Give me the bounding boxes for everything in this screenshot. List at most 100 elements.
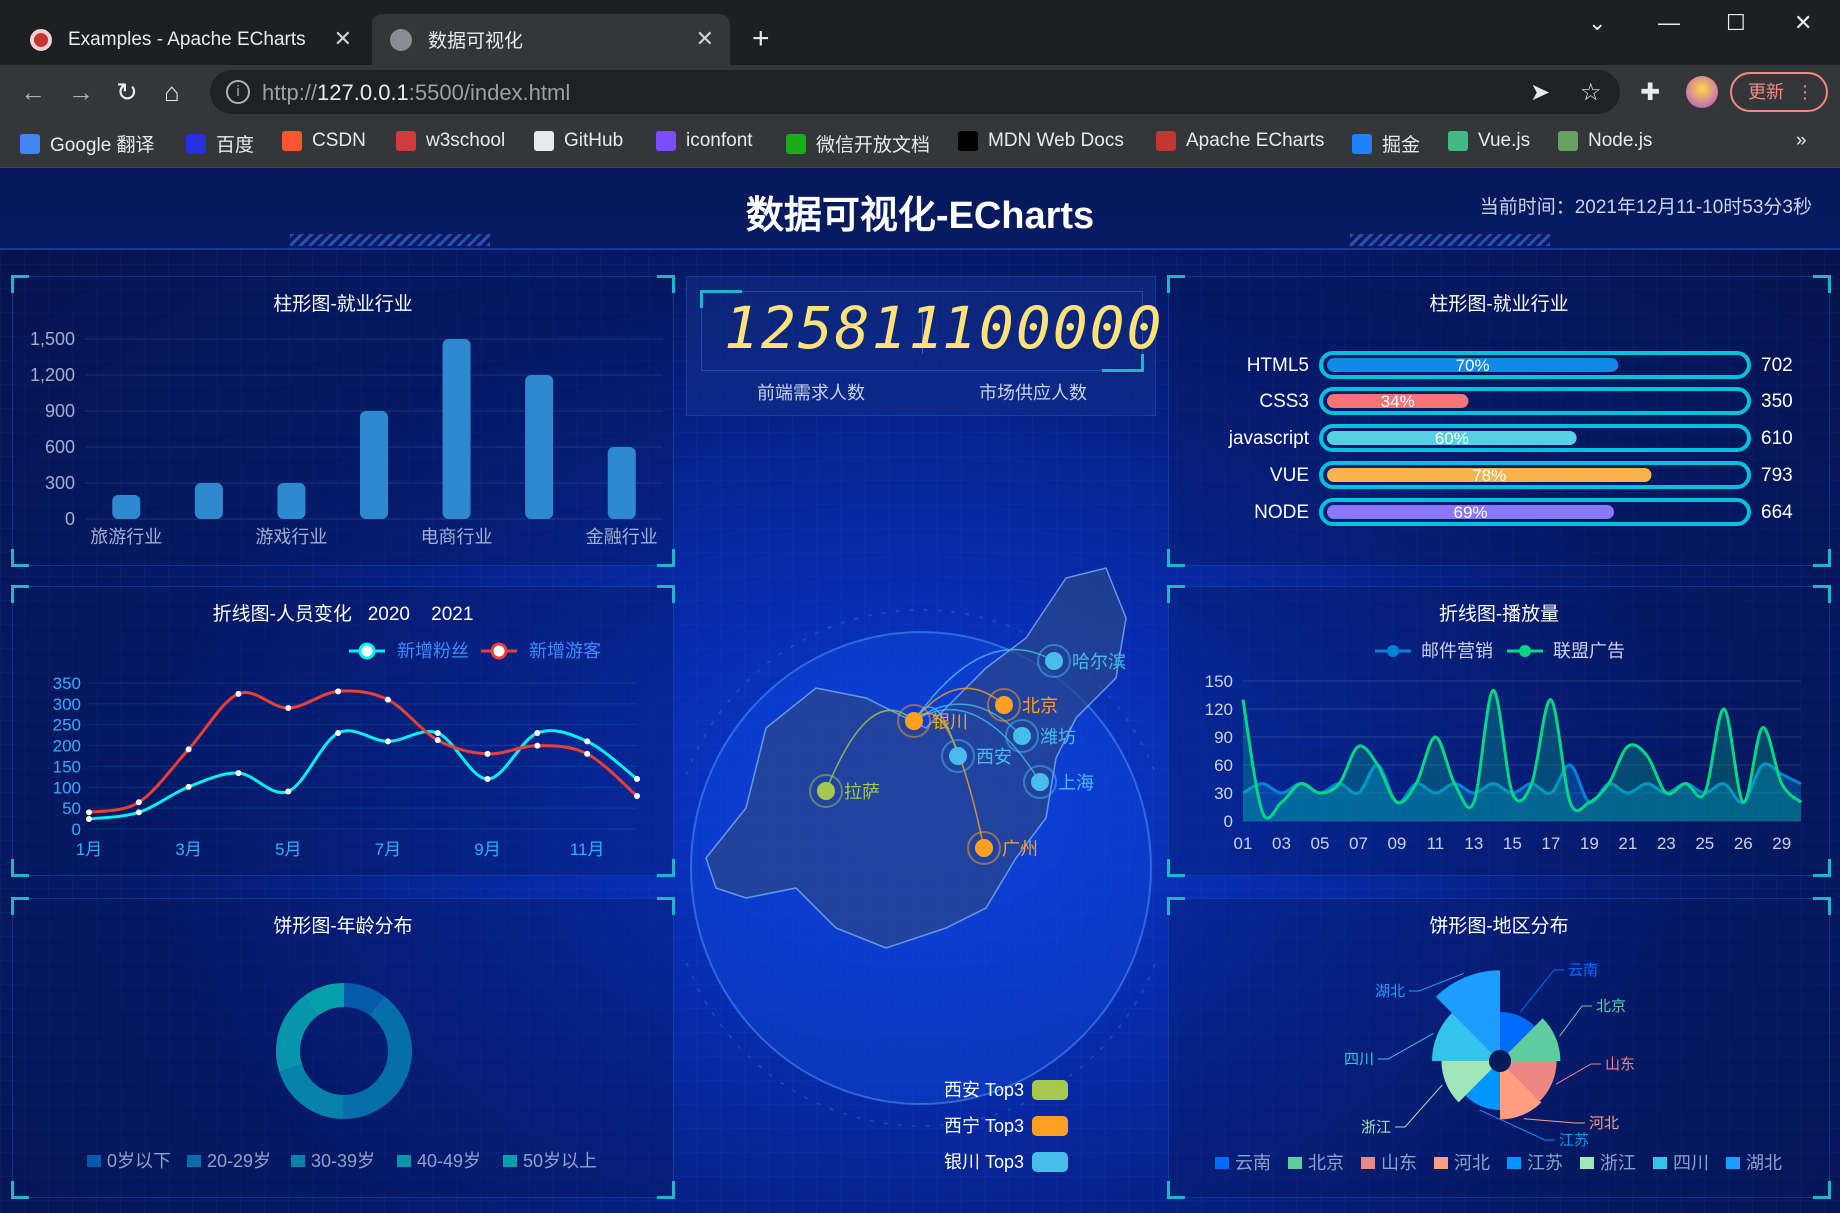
demand-counter: 125811 <box>724 294 946 362</box>
legend-swatch <box>87 1155 101 1167</box>
x-tick-label: 13 <box>1464 834 1483 853</box>
x-tick-label: 11 <box>1427 834 1445 853</box>
legend-label: 0岁以下 <box>107 1151 171 1171</box>
reload-icon[interactable]: ↻ <box>116 77 138 107</box>
bookmark-github[interactable]: GitHub <box>534 130 623 152</box>
panel-progress-skills: 柱形图-就业行业 HTML5 70% 702 CSS3 34% 350 javascript… <box>1167 275 1831 567</box>
y-tick-label: 0 <box>72 820 81 839</box>
site-info-icon[interactable]: i <box>226 80 250 104</box>
bookmark-star-icon[interactable]: ☆ <box>1580 78 1602 107</box>
legend-label: 邮件营销 <box>1421 641 1493 661</box>
x-tick-label: 19 <box>1580 834 1599 853</box>
bookmark--[interactable]: 百度 <box>186 130 254 157</box>
slice-label: 湖北 <box>1375 983 1405 1000</box>
bookmarks-overflow-icon[interactable]: » <box>1796 130 1807 152</box>
data-point <box>86 815 92 822</box>
home-icon[interactable]: ⌂ <box>164 77 180 107</box>
data-point <box>584 750 591 757</box>
city-marker <box>949 747 967 765</box>
back-icon[interactable]: ← <box>20 77 46 107</box>
bookmark-mdn-web-docs[interactable]: MDN Web Docs <box>958 130 1124 152</box>
label-leader <box>1523 1118 1585 1124</box>
x-tick-label: 21 <box>1618 834 1637 853</box>
maximize-icon[interactable]: ☐ <box>1726 10 1746 36</box>
dashboard-page: 数据可视化-ECharts 当前时间：2021年12月11-10时53分3秒 柱… <box>0 168 1840 1213</box>
data-point <box>384 738 391 745</box>
city-label: 上海 <box>1058 773 1094 793</box>
tab-data-visualization[interactable]: 数据可视化 ✕ <box>372 14 730 65</box>
x-tick-label: 金融行业 <box>586 527 658 547</box>
bookmark-label: MDN Web Docs <box>988 130 1124 151</box>
percent-label: 70% <box>1456 356 1490 375</box>
bookmark-iconfont[interactable]: iconfont <box>656 130 753 152</box>
bookmark-apache-echarts[interactable]: Apache ECharts <box>1156 130 1324 152</box>
legend-swatch <box>397 1155 411 1167</box>
data-point <box>135 799 142 806</box>
legend-swatch <box>1507 1157 1521 1169</box>
y-tick-label: 100 <box>53 778 81 797</box>
city-label: 广州 <box>1002 839 1038 859</box>
legend-label: 河北 <box>1454 1153 1490 1173</box>
legend-label: 新增游客 <box>529 641 601 661</box>
data-point <box>534 730 541 737</box>
y-tick-label: 120 <box>1205 700 1233 719</box>
category-label: NODE <box>1254 502 1309 523</box>
data-point <box>185 783 192 790</box>
y-tick-label: 600 <box>45 437 75 457</box>
city-label: 拉萨 <box>844 782 880 802</box>
slice-label: 北京 <box>1596 998 1626 1015</box>
new-tab-icon[interactable]: + <box>752 24 770 54</box>
legend-label: 山东 <box>1381 1153 1417 1173</box>
x-tick-label: 25 <box>1695 834 1714 853</box>
address-bar[interactable]: i http://127.0.0.1:5500/index.html ➤ ☆ <box>210 70 1620 114</box>
menu-kebab-icon[interactable]: ⋮ <box>1796 74 1814 110</box>
profile-avatar[interactable] <box>1686 76 1718 108</box>
bookmark-label: iconfont <box>686 130 753 151</box>
x-tick-label: 游戏行业 <box>255 527 327 547</box>
city-label: 西安 <box>976 747 1012 767</box>
vue-icon <box>1448 131 1468 151</box>
bookmark-csdn[interactable]: CSDN <box>282 130 366 152</box>
tab-title: 数据可视化 <box>428 31 524 52</box>
update-button[interactable]: 更新 ⋮ <box>1730 72 1828 112</box>
github-icon <box>534 131 554 151</box>
window-close-icon[interactable]: ✕ <box>1794 10 1812 36</box>
close-tab-icon[interactable]: ✕ <box>334 26 352 52</box>
bookmark--[interactable]: 掘金 <box>1352 130 1420 157</box>
label-leader <box>1555 1063 1601 1085</box>
y-tick-label: 150 <box>1205 672 1233 691</box>
close-tab-icon[interactable]: ✕ <box>696 26 714 52</box>
x-tick-label: 1月 <box>76 840 102 859</box>
bookmark-label: 百度 <box>216 135 255 156</box>
bookmark-w3school[interactable]: w3school <box>396 130 505 152</box>
tab-search-chevron-icon[interactable]: ⌄ <box>1588 10 1606 36</box>
category-label: CSS3 <box>1259 391 1309 412</box>
bookmark-vue-js[interactable]: Vue.js <box>1448 130 1530 152</box>
map-legend-swatch <box>1032 1116 1068 1136</box>
legend-label: 四川 <box>1673 1153 1709 1173</box>
tab-echarts-examples[interactable]: Examples - Apache ECharts ✕ <box>12 14 368 65</box>
bookmark--[interactable]: 微信开放文档 <box>786 130 930 157</box>
x-tick-label: 07 <box>1349 834 1368 853</box>
extensions-puzzle-icon[interactable]: ✚ <box>1640 78 1660 107</box>
url-text[interactable]: http://127.0.0.1:5500/index.html <box>262 80 570 106</box>
bar <box>112 495 141 519</box>
line-chart-people: 0 50 100 150200 250 300 350 1月 3月 5月 7月 9月 11月 新增粉丝 新增… <box>53 641 640 859</box>
send-tab-icon[interactable]: ➤ <box>1530 78 1550 107</box>
y-tick-label: 30 <box>1214 784 1233 803</box>
donut-chart-age: 0岁以下 20-29岁 30-39岁 40-49岁 50岁以上 <box>87 983 597 1171</box>
legend-label: 湖北 <box>1746 1153 1782 1173</box>
minimize-icon[interactable]: — <box>1658 10 1680 36</box>
legend-label: 50岁以上 <box>523 1151 597 1171</box>
data-point <box>634 793 640 800</box>
data-point <box>484 775 491 782</box>
counter-box: 125811 100000 <box>700 290 1162 372</box>
slice-label: 四川 <box>1344 1051 1374 1068</box>
forward-icon[interactable]: → <box>68 77 94 107</box>
bookmark-node-js[interactable]: Node.js <box>1558 130 1652 152</box>
city-marker <box>1045 652 1063 670</box>
legend-swatch <box>1434 1157 1448 1169</box>
bookmark-google-[interactable]: Google 翻译 <box>20 130 155 157</box>
y-tick-label: 200 <box>53 737 81 756</box>
bookmark-label: CSDN <box>312 130 366 151</box>
